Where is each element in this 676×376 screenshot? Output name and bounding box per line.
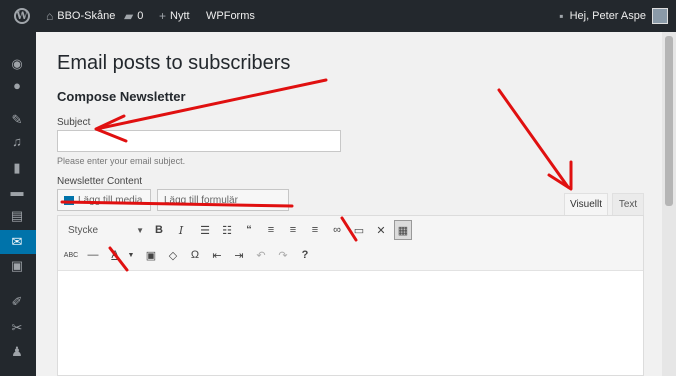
newsletter-editor: Stycke ▼ B I ☰ ☷ “ ≡ ≡ ≡ ∞ ▭ ✕ ▦ ABC — A… [57, 215, 644, 376]
dashboard-icon[interactable]: ◉ [9, 56, 25, 72]
link-icon[interactable]: ∞ [328, 220, 346, 240]
admin-bar: W ⌂ BBO-Skåne ▰ 0 + Nytt WPForms ▪ Hej, … [0, 0, 676, 32]
newsletter-content-label: Newsletter Content [57, 176, 143, 187]
clear-formatting-icon[interactable]: ◇ [164, 245, 182, 265]
subject-input[interactable] [57, 130, 341, 152]
scrollbar-thumb[interactable] [665, 36, 673, 206]
redo-icon[interactable]: ↷ [274, 245, 292, 265]
new-content-label: Nytt [170, 10, 190, 22]
admin-sidebar: ◉ ● ✎ ♫ ▮ ▬ ▤ ✉ ▣ ✐ ✂ ♟ [0, 32, 36, 376]
forms-icon[interactable]: ▤ [9, 208, 25, 224]
media-icon[interactable]: ♫ [9, 134, 25, 150]
comments-menu[interactable]: ▰ 0 [124, 0, 143, 32]
toolbar-toggle-icon[interactable]: ▦ [394, 220, 412, 240]
special-character-icon[interactable]: Ω [186, 245, 204, 265]
undo-icon[interactable]: ↶ [252, 245, 270, 265]
tab-text[interactable]: Text [612, 193, 644, 215]
section-title: Compose Newsletter [57, 89, 186, 104]
editor-content-area[interactable] [58, 271, 643, 375]
newsletter-icon[interactable]: ▣ [9, 258, 25, 274]
plus-icon: + [159, 9, 167, 23]
indent-icon[interactable]: ⇥ [230, 245, 248, 265]
site-name-label: BBO-Skåne [57, 10, 116, 22]
greeting-label: Hej, Peter Aspe [569, 10, 646, 22]
email-icon[interactable]: ✉ [9, 234, 25, 250]
comment-bubble-icon: ▰ [124, 9, 134, 23]
chevron-down-icon: ▼ [136, 225, 144, 235]
editor-toolbar: Stycke ▼ B I ☰ ☷ “ ≡ ≡ ≡ ∞ ▭ ✕ ▦ ABC — A… [58, 216, 643, 271]
outdent-icon[interactable]: ⇤ [208, 245, 226, 265]
account-menu[interactable]: ▪ Hej, Peter Aspe [559, 0, 668, 32]
wordpress-logo-icon: W [14, 8, 30, 24]
toolbar-row-2: ABC — A ▼ ▣ ◇ Ω ⇤ ⇥ ↶ ↷ ? [58, 243, 643, 267]
align-left-icon[interactable]: ≡ [262, 220, 280, 240]
jetpack-icon[interactable]: ● [9, 78, 25, 94]
tab-visual[interactable]: Visuellt [564, 193, 608, 215]
read-more-icon[interactable]: ▭ [350, 220, 368, 240]
add-media-button[interactable]: Lägg till media [57, 189, 151, 211]
chevron-down-icon[interactable]: ▼ [122, 245, 140, 265]
page-scrollbar[interactable] [662, 32, 676, 376]
comments-count: 0 [137, 10, 144, 22]
annotation-arrow-to-subject [99, 78, 328, 130]
bullet-list-icon[interactable]: ☰ [196, 220, 214, 240]
page-title: Email posts to subscribers [57, 52, 291, 74]
notification-icon[interactable]: ▪ [559, 9, 563, 23]
users-icon[interactable]: ♟ [9, 344, 25, 360]
blockquote-icon[interactable]: “ [240, 220, 258, 240]
format-select[interactable]: Stycke ▼ [68, 222, 144, 238]
new-content-menu[interactable]: + Nytt [159, 0, 190, 32]
annotation-arrow-to-visual-tab [497, 88, 570, 189]
horizontal-line-icon[interactable]: — [84, 245, 102, 265]
toolbar-row-1: Stycke ▼ B I ☰ ☷ “ ≡ ≡ ≡ ∞ ▭ ✕ ▦ [58, 218, 643, 242]
format-select-value: Stycke [68, 224, 99, 236]
bold-icon[interactable]: B [150, 220, 168, 240]
add-form-label: Lägg till formulär [164, 194, 238, 206]
align-right-icon[interactable]: ≡ [306, 220, 324, 240]
add-form-button[interactable]: Lägg till formulär [157, 189, 289, 211]
align-center-icon[interactable]: ≡ [284, 220, 302, 240]
pin-icon[interactable]: ✎ [9, 112, 25, 128]
wpforms-label: WPForms [206, 10, 255, 22]
fullscreen-icon[interactable]: ✕ [372, 220, 390, 240]
subject-help-text: Please enter your email subject. [57, 156, 186, 166]
help-icon[interactable]: ? [296, 245, 314, 265]
site-name-menu[interactable]: ⌂ BBO-Skåne [46, 0, 115, 32]
annotation-arrowhead-visual [547, 160, 573, 191]
home-icon: ⌂ [46, 9, 54, 23]
appearance-icon[interactable]: ✐ [9, 294, 25, 310]
paste-text-icon[interactable]: ▣ [142, 245, 160, 265]
wpforms-menu[interactable]: WPForms [206, 0, 255, 32]
italic-icon[interactable]: I [172, 220, 190, 240]
plugins-icon[interactable]: ✂ [9, 320, 25, 336]
avatar [652, 8, 668, 24]
numbered-list-icon[interactable]: ☷ [218, 220, 236, 240]
strikethrough-icon[interactable]: ABC [62, 245, 80, 265]
media-icon [64, 195, 74, 205]
wordpress-logo-menu[interactable]: W [14, 0, 30, 32]
comments-icon[interactable]: ▬ [9, 184, 25, 200]
pages-icon[interactable]: ▮ [9, 160, 25, 176]
subject-label: Subject [57, 117, 91, 128]
add-media-label: Lägg till media [78, 194, 143, 206]
